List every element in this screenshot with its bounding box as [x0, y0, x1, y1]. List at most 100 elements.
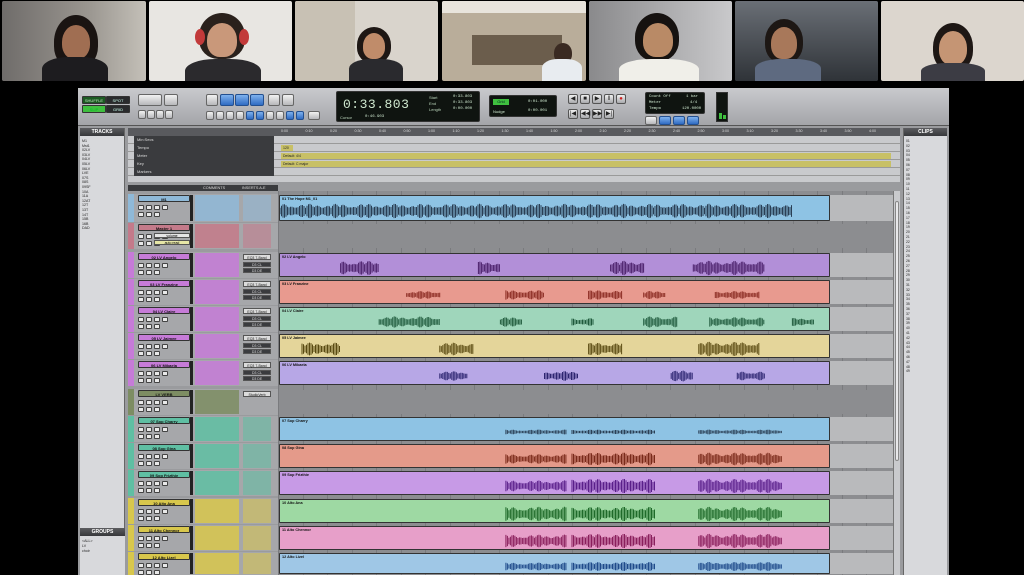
- edit-option-5[interactable]: [246, 111, 254, 120]
- zoom-preset-4[interactable]: [165, 110, 173, 119]
- track-toggle-button[interactable]: [138, 317, 144, 322]
- track-list-item[interactable]: M1: [82, 139, 122, 143]
- edit-option-2[interactable]: [216, 111, 224, 120]
- clip-list-item[interactable]: 42: [906, 336, 946, 340]
- track-control-strip[interactable]: 03 LV Franzine EQ3 7-Band D3 CL D3 DE: [128, 279, 278, 305]
- track-list-item[interactable]: 03LV: [82, 153, 122, 157]
- group-item[interactable]: LV: [82, 544, 122, 548]
- track-name[interactable]: M1: [138, 195, 190, 202]
- track-name[interactable]: 02 LV Angelo: [138, 253, 190, 260]
- track-option-button[interactable]: [154, 351, 160, 356]
- audio-clip[interactable]: 05 LV Jaimee: [279, 334, 830, 358]
- audio-clip[interactable]: 07 Sop Charry: [279, 417, 830, 441]
- empty-track-lane[interactable]: [279, 224, 893, 248]
- track-toggle-button[interactable]: [138, 536, 144, 541]
- track-toggle-button[interactable]: [162, 536, 168, 541]
- track-option-button[interactable]: [154, 324, 160, 329]
- clip-list-item[interactable]: 24: [906, 249, 946, 253]
- ruler-key[interactable]: Key Default: C major: [128, 160, 900, 168]
- track-name[interactable]: 09 Sop Frizthie: [138, 471, 190, 478]
- clip-list-item[interactable]: 26: [906, 259, 946, 263]
- track-option-button[interactable]: [138, 241, 144, 246]
- participant-tile-4[interactable]: [442, 1, 586, 81]
- track-name[interactable]: 03 LV Franzine: [138, 280, 190, 287]
- send-slot[interactable]: D3 CL: [243, 343, 271, 348]
- grabber-tool-icon[interactable]: [250, 94, 264, 106]
- track-option-button[interactable]: [146, 297, 152, 302]
- clip-list-item[interactable]: 23: [906, 245, 946, 249]
- audio-clip[interactable]: 06 LV Mikaela: [279, 361, 830, 385]
- send-slot[interactable]: D3 DE: [243, 349, 271, 354]
- track-control-strip[interactable]: 05 LV Jaimee EQ3 7-Band D3 CL D3 DE: [128, 333, 278, 359]
- track-comments-field[interactable]: [195, 280, 239, 304]
- send-slot[interactable]: D3 CL: [243, 262, 271, 267]
- track-list-item[interactable]: 14T: [82, 213, 122, 217]
- track-list-item[interactable]: 16B: [82, 222, 122, 226]
- track-option-button[interactable]: [138, 407, 144, 412]
- track-list-item[interactable]: 12T: [82, 203, 122, 207]
- audio-clip[interactable]: 09 Sop Frizthie: [279, 471, 830, 495]
- clip-list-item[interactable]: 36: [906, 307, 946, 311]
- track-option-button[interactable]: [138, 488, 144, 493]
- track-comments-field[interactable]: [195, 334, 239, 358]
- track-toggle-button[interactable]: [146, 563, 152, 568]
- insert-column[interactable]: [243, 444, 271, 468]
- track-toggle-button[interactable]: [162, 317, 168, 322]
- insert-column[interactable]: [243, 224, 271, 248]
- edit-option-9[interactable]: [286, 111, 294, 120]
- track-toggle-button[interactable]: [162, 371, 168, 376]
- track-toggle-button[interactable]: [138, 481, 144, 486]
- clip-list-item[interactable]: 15: [906, 206, 946, 210]
- clip-list-item[interactable]: 25: [906, 254, 946, 258]
- track-option-button[interactable]: [146, 378, 152, 383]
- track-list-item[interactable]: 06LV: [82, 167, 122, 171]
- edit-option-7[interactable]: [266, 111, 274, 120]
- track-list-item[interactable]: 10A: [82, 190, 122, 194]
- track-option-button[interactable]: [154, 543, 160, 548]
- track-comments-field[interactable]: [195, 553, 239, 574]
- clip-list-item[interactable]: 19: [906, 225, 946, 229]
- track-toggle-button[interactable]: [146, 371, 152, 376]
- mode-spot[interactable]: SPOT: [106, 96, 130, 104]
- clip-list-item[interactable]: 39: [906, 321, 946, 325]
- track-option-button[interactable]: [138, 570, 144, 575]
- key-marker[interactable]: Default: C major: [281, 161, 891, 167]
- ruler-min-secs[interactable]: Min:Secs: [128, 136, 900, 144]
- clip-list-item[interactable]: 02: [906, 144, 946, 148]
- track-comments-field[interactable]: [195, 253, 239, 277]
- audio-clip[interactable]: 10 Alto Ana: [279, 499, 830, 523]
- selector-tool-icon[interactable]: [235, 94, 249, 106]
- track-toggle-button[interactable]: [138, 400, 144, 405]
- track-toggle-button[interactable]: [146, 234, 152, 239]
- audio-clip[interactable]: 03 LV Franzine: [279, 280, 830, 304]
- clip-list-item[interactable]: 06: [906, 163, 946, 167]
- view-selector[interactable]: volume: [154, 233, 190, 238]
- insert-slot[interactable]: EQ3 7-Band: [243, 308, 271, 314]
- track-list-item[interactable]: 15B: [82, 217, 122, 221]
- insert-column[interactable]: [243, 471, 271, 495]
- edit-option-1[interactable]: [206, 111, 214, 120]
- track-toggle-button[interactable]: [154, 481, 160, 486]
- empty-track-region[interactable]: [830, 195, 893, 221]
- zoom-preset-button[interactable]: [164, 94, 178, 106]
- clip-list-item[interactable]: 09: [906, 177, 946, 181]
- clip-list-item[interactable]: 34: [906, 297, 946, 301]
- insert-slot[interactable]: EQ3 7-Band: [243, 362, 271, 368]
- audio-clip[interactable]: 01 The Hope M1_01: [279, 195, 830, 221]
- clip-list-item[interactable]: 37: [906, 312, 946, 316]
- clip-list-item[interactable]: 01: [906, 139, 946, 143]
- send-slot[interactable]: D3 CL: [243, 289, 271, 294]
- pause-button[interactable]: ‖: [604, 94, 614, 104]
- play-button[interactable]: ▶: [592, 94, 602, 104]
- track-control-strip[interactable]: 12 Alto Lizel: [128, 552, 278, 575]
- clip-list-item[interactable]: 40: [906, 326, 946, 330]
- track-toggle-button[interactable]: [138, 371, 144, 376]
- midi-option-1[interactable]: [645, 116, 657, 125]
- track-toggle-button[interactable]: [138, 290, 144, 295]
- clip-list-item[interactable]: 16: [906, 211, 946, 215]
- clip-list-item[interactable]: 28: [906, 269, 946, 273]
- track-toggle-button[interactable]: [138, 205, 144, 210]
- track-list-item[interactable]: DAD: [82, 226, 122, 230]
- track-toggle-button[interactable]: [138, 234, 144, 239]
- track-toggle-button[interactable]: [162, 205, 168, 210]
